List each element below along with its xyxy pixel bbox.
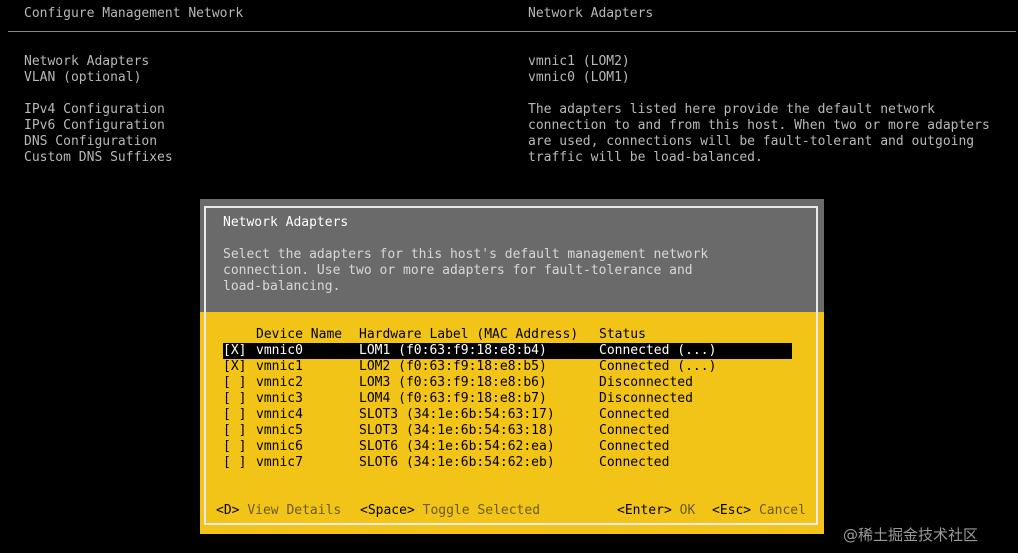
- config-menu: Network Adapters VLAN (optional) IPv4 Co…: [24, 54, 173, 166]
- adapter-device-name: vmnic1: [256, 359, 303, 374]
- adapter-hardware-label: SLOT6 (34:1e:6b:54:62:ea): [359, 439, 555, 454]
- cancel-label: Cancel: [758, 503, 806, 518]
- current-adapter: vmnic0 (LOM1): [528, 70, 630, 85]
- adapter-device-name: vmnic4: [256, 407, 303, 422]
- toggle-selected-action[interactable]: <Space> Toggle Selected: [360, 503, 540, 519]
- right-panel: vmnic1 (LOM2) vmnic0 (LOM1) The adapters…: [528, 54, 990, 166]
- adapter-checkbox[interactable]: [X]: [223, 343, 246, 359]
- adapter-status: Connected (...): [599, 343, 717, 358]
- ok-key: <Enter>: [617, 503, 672, 518]
- menu-item-network-adapters[interactable]: Network Adapters: [24, 54, 173, 70]
- view-details-label: View Details: [247, 503, 342, 518]
- help-text: traffic will be load-balanced.: [528, 150, 763, 165]
- ok-action[interactable]: <Enter> OK: [617, 503, 695, 519]
- header-divider: [8, 31, 1016, 32]
- adapter-checkbox[interactable]: [X]: [223, 359, 246, 375]
- adapter-status: Connected: [599, 439, 670, 454]
- adapter-status: Connected: [599, 455, 670, 470]
- adapter-hardware-label: SLOT6 (34:1e:6b:54:62:eb): [359, 455, 555, 470]
- screen-title: Configure Management Network: [24, 6, 244, 21]
- adapter-device-name: vmnic5: [256, 423, 303, 438]
- adapter-device-name: vmnic6: [256, 439, 303, 454]
- adapter-hardware-label: SLOT3 (34:1e:6b:54:63:17): [359, 407, 555, 422]
- adapter-row-vmnic0[interactable]: [X] vmnic0 LOM1 (f0:63:f9:18:e8:b4) Conn…: [223, 343, 792, 359]
- adapter-device-name: vmnic2: [256, 375, 303, 390]
- dialog-description-line: Select the adapters for this host's defa…: [223, 247, 709, 262]
- watermark-text: @稀土掘金技术社区: [843, 526, 979, 544]
- menu-item-dns[interactable]: DNS Configuration: [24, 134, 173, 150]
- adapter-row-vmnic7[interactable]: [ ] vmnic7 SLOT6 (34:1e:6b:54:62:eb) Con…: [223, 455, 793, 471]
- help-text: The adapters listed here provide the def…: [528, 102, 935, 117]
- help-text: are used, connections will be fault-tole…: [528, 134, 975, 149]
- toggle-selected-key: <Space>: [360, 503, 415, 518]
- adapter-device-name: vmnic0: [256, 343, 303, 358]
- adapter-hardware-label: LOM4 (f0:63:f9:18:e8:b7): [359, 391, 547, 406]
- cancel-key: <Esc>: [712, 503, 752, 518]
- column-header-status: Status: [599, 327, 646, 342]
- dialog-title: Network Adapters: [223, 215, 349, 230]
- column-header-device: Device Name: [256, 327, 343, 342]
- adapter-row-vmnic3[interactable]: [ ] vmnic3 LOM4 (f0:63:f9:18:e8:b7) Disc…: [223, 391, 793, 407]
- adapter-checkbox[interactable]: [ ]: [223, 423, 246, 439]
- adapter-status: Connected: [599, 407, 670, 422]
- menu-item-ipv6[interactable]: IPv6 Configuration: [24, 118, 173, 134]
- adapter-status: Connected: [599, 423, 670, 438]
- cancel-action[interactable]: <Esc> Cancel: [712, 503, 806, 519]
- view-details-key: <D>: [216, 503, 240, 518]
- adapter-row-vmnic6[interactable]: [ ] vmnic6 SLOT6 (34:1e:6b:54:62:ea) Con…: [223, 439, 793, 455]
- adapter-device-name: vmnic7: [256, 455, 303, 470]
- adapter-status: Disconnected: [599, 391, 693, 406]
- adapter-checkbox[interactable]: [ ]: [223, 407, 246, 423]
- dialog-description: Select the adapters for this host's defa…: [223, 247, 708, 295]
- adapter-status: Connected (...): [599, 359, 717, 374]
- adapter-list: [X] vmnic0 LOM1 (f0:63:f9:18:e8:b4) Conn…: [223, 343, 793, 471]
- adapter-hardware-label: LOM1 (f0:63:f9:18:e8:b4): [359, 343, 547, 358]
- ok-label: OK: [679, 503, 696, 518]
- adapter-checkbox[interactable]: [ ]: [223, 375, 246, 391]
- adapter-checkbox[interactable]: [ ]: [223, 455, 246, 471]
- menu-item-vlan[interactable]: VLAN (optional): [24, 70, 173, 86]
- current-adapter: vmnic1 (LOM2): [528, 54, 630, 69]
- menu-item-dns-suffixes[interactable]: Custom DNS Suffixes: [24, 150, 173, 166]
- adapter-hardware-label: LOM3 (f0:63:f9:18:e8:b6): [359, 375, 547, 390]
- column-header-hardware: Hardware Label (MAC Address): [359, 327, 579, 342]
- adapter-row-vmnic5[interactable]: [ ] vmnic5 SLOT3 (34:1e:6b:54:63:18) Con…: [223, 423, 793, 439]
- right-panel-title: Network Adapters: [528, 6, 654, 21]
- help-text: connection to and from this host. When t…: [528, 118, 990, 133]
- adapter-row-vmnic4[interactable]: [ ] vmnic4 SLOT3 (34:1e:6b:54:63:17) Con…: [223, 407, 793, 423]
- adapter-row-vmnic1[interactable]: [X] vmnic1 LOM2 (f0:63:f9:18:e8:b5) Conn…: [223, 359, 793, 375]
- view-details-action[interactable]: <D> View Details: [216, 503, 341, 519]
- adapter-hardware-label: LOM2 (f0:63:f9:18:e8:b5): [359, 359, 547, 374]
- menu-item-ipv4[interactable]: IPv4 Configuration: [24, 102, 173, 118]
- adapter-row-vmnic2[interactable]: [ ] vmnic2 LOM3 (f0:63:f9:18:e8:b6) Disc…: [223, 375, 793, 391]
- toggle-selected-label: Toggle Selected: [422, 503, 541, 518]
- adapter-checkbox[interactable]: [ ]: [223, 391, 246, 407]
- adapter-hardware-label: SLOT3 (34:1e:6b:54:63:18): [359, 423, 555, 438]
- adapter-status: Disconnected: [599, 375, 693, 390]
- adapter-device-name: vmnic3: [256, 391, 303, 406]
- dialog-description-line: load-balancing.: [223, 279, 341, 294]
- adapter-checkbox[interactable]: [ ]: [223, 439, 246, 455]
- dialog-description-line: connection. Use two or more adapters for…: [223, 263, 693, 278]
